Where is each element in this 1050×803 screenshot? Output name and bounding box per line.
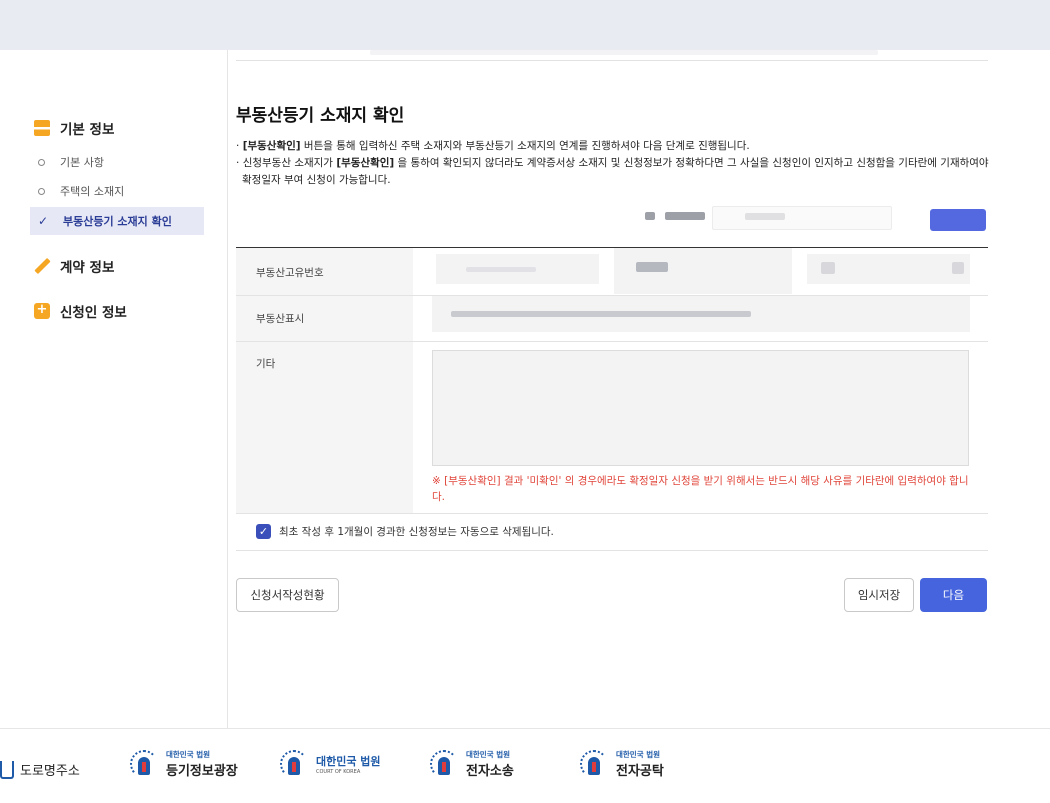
temp-save-button[interactable]: 임시저장 <box>844 578 914 612</box>
sidebar-item-label: 주택의 소재지 <box>60 185 125 198</box>
logo-title: 전자소송 <box>466 764 514 779</box>
page-title: 부동산등기 소재지 확인 <box>236 106 405 126</box>
basic-info-icon <box>34 120 50 136</box>
court-link[interactable]: 대한민국 법원 COURT OF KOREA <box>278 748 381 780</box>
sidebar: 기본 정보 기본 사항 주택의 소재지 ✓ 부동산등기 소재지 확인 계약 정보… <box>0 50 228 728</box>
sidebar-item-registry-location[interactable]: ✓ 부동산등기 소재지 확인 <box>30 207 204 235</box>
etc-label: 기타 <box>236 342 413 513</box>
next-button[interactable]: 다음 <box>920 578 987 612</box>
court-emblem-icon <box>428 748 460 780</box>
blurred-value <box>466 267 536 272</box>
circle-icon <box>38 158 45 166</box>
blurred-value <box>636 262 668 272</box>
form-row-display: 부동산표시 <box>236 296 988 342</box>
check-icon: ✓ <box>38 214 49 228</box>
property-check-button[interactable] <box>930 209 986 231</box>
court-emblem-icon <box>128 748 160 780</box>
notice-bold: [부동산확인] <box>242 140 301 152</box>
logo-subtitle: 대한민국 법원 <box>616 750 661 759</box>
application-status-button[interactable]: 신청서작성현황 <box>236 578 339 612</box>
sidebar-section-applicant-info[interactable]: 신청인 정보 <box>34 301 127 321</box>
etc-textarea[interactable] <box>432 350 969 466</box>
logo-subtitle: COURT OF KOREA <box>316 769 361 775</box>
notice-text-2-pre: 신청부동산 소재지가 <box>242 157 337 169</box>
sidebar-section-label: 기본 정보 <box>60 122 115 138</box>
auto-delete-row: ✓ 최초 작성 후 1개월이 경과한 신청정보는 자동으로 삭제됩니다. <box>236 513 988 551</box>
road-address-icon <box>0 760 14 779</box>
pencil-icon <box>34 258 50 274</box>
blurred-label <box>645 212 655 220</box>
road-address-text: 도로명주소 <box>20 764 80 779</box>
sidebar-section-basic-info[interactable]: 기본 정보 <box>34 118 114 138</box>
auto-delete-label: 최초 작성 후 1개월이 경과한 신청정보는 자동으로 삭제됩니다. <box>279 526 554 538</box>
sidebar-item-basic-matters[interactable]: 기본 사항 <box>30 148 204 176</box>
sidebar-item-label: 부동산등기 소재지 확인 <box>63 215 172 228</box>
logo-title: 대한민국 법원 <box>316 755 381 768</box>
etc-warning: ※ [부동산확인] 결과 '미확인' 의 경우에라도 확정일자 신청을 받기 위… <box>432 475 969 503</box>
form-row-unique-no: 부동산고유번호 <box>236 248 988 296</box>
blurred-value <box>821 262 835 274</box>
notice-text-1: 버튼을 통해 입력하신 주택 소재지와 부동산등기 소재지의 연계를 진행하셔야… <box>300 140 750 152</box>
notice-bold: [부동산확인] <box>336 157 395 169</box>
circle-icon <box>38 187 45 195</box>
notice-text: · [부동산확인] 버튼을 통해 입력하신 주택 소재지와 부동산등기 소재지의… <box>236 140 989 186</box>
divider <box>236 60 988 61</box>
registry-form: 부동산고유번호 부동산표시 기타 ※ [부동산확인] 결과 '미확인' 의 경우… <box>236 247 988 514</box>
sidebar-section-contract-info[interactable]: 계약 정보 <box>34 256 114 276</box>
sidebar-section-label: 계약 정보 <box>60 260 115 276</box>
blurred-value <box>952 262 964 274</box>
top-header-bar <box>0 0 1050 50</box>
form-row-etc: 기타 ※ [부동산확인] 결과 '미확인' 의 경우에라도 확정일자 신청을 받… <box>236 342 988 514</box>
blurred-label <box>665 212 705 220</box>
plus-box-icon <box>34 302 50 319</box>
logo-title: 전자공탁 <box>616 764 664 779</box>
footer-logos: 도로명주소 대한민국 법원 등기정보광장 대한민국 법원 COURT OF KO… <box>0 740 1050 800</box>
unique-no-label: 부동산고유번호 <box>236 248 413 295</box>
auto-delete-checkbox[interactable]: ✓ <box>256 524 271 539</box>
blurred-value <box>745 213 785 220</box>
road-address-link[interactable]: 도로명주소 <box>0 760 80 779</box>
sidebar-item-house-location[interactable]: 주택의 소재지 <box>30 177 204 205</box>
display-label: 부동산표시 <box>236 296 413 341</box>
court-emblem-icon <box>578 748 610 780</box>
footer-divider <box>0 728 1050 729</box>
registry-info-link[interactable]: 대한민국 법원 등기정보광장 <box>128 748 238 780</box>
blurred-value <box>451 311 751 317</box>
sidebar-section-label: 신청인 정보 <box>60 305 127 321</box>
logo-subtitle: 대한민국 법원 <box>166 750 211 759</box>
court-emblem-icon <box>278 748 310 780</box>
ecourt-link[interactable]: 대한민국 법원 전자소송 <box>428 748 514 780</box>
search-input-blurred[interactable] <box>712 206 892 230</box>
sidebar-item-label: 기본 사항 <box>60 156 104 169</box>
edeposit-link[interactable]: 대한민국 법원 전자공탁 <box>578 748 664 780</box>
logo-subtitle: 대한민국 법원 <box>466 750 511 759</box>
tab-strip-blurred <box>370 50 878 55</box>
logo-title: 등기정보광장 <box>166 764 238 779</box>
